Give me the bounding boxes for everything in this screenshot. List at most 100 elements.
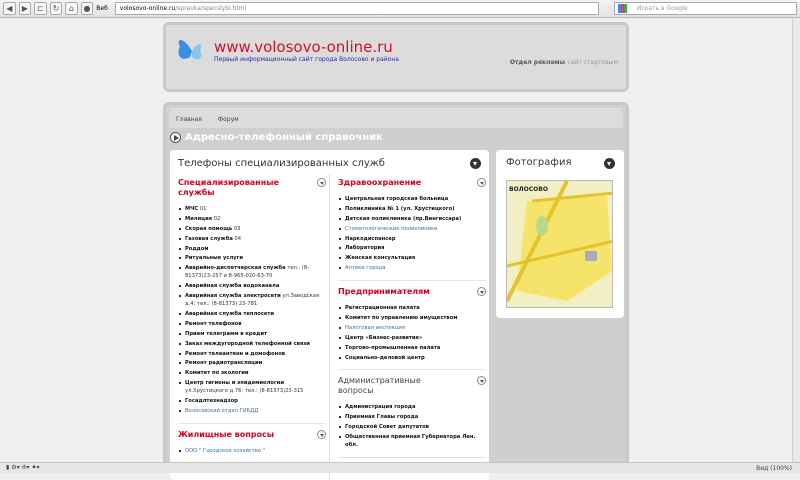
service-item[interactable]: Волосовский отдел ГИБДД — [178, 407, 326, 415]
service-list: ООО " Городское хозяйство " — [178, 447, 326, 455]
service-item[interactable]: Городской Совет депутатов — [338, 423, 486, 431]
service-item[interactable]: Прием телеграмм в кредит — [178, 330, 326, 338]
photo-card-title: Фотография — [506, 157, 572, 168]
service-item[interactable]: Комитет по управлению имуществом — [338, 314, 486, 322]
service-name: Госадлтехнадзор — [185, 398, 238, 405]
service-item[interactable]: Приемная Главы города — [338, 413, 486, 421]
service-name: Наркодиспансер — [345, 235, 396, 242]
service-name: Детская поликлиника (пр.Вингиссара) — [345, 215, 462, 222]
service-name: Комитет по управлению имуществом — [345, 315, 458, 322]
collapse-icon[interactable] — [604, 158, 615, 169]
service-name: Социально-деловой центр — [345, 354, 425, 361]
service-name: Стоматологические поликлиники — [345, 225, 438, 232]
service-item[interactable]: Аварийная служба электросети ул.Заводска… — [178, 292, 326, 308]
category-title: Предпринимателям — [338, 287, 430, 297]
site-name[interactable]: www.volosovo-online.ru — [214, 38, 393, 56]
service-item[interactable]: Скорая помощь 03 — [178, 225, 326, 233]
back-button[interactable]: ◀ — [3, 2, 16, 15]
service-list: МЧС 01 Милиция 02 Скорая помощь 03 Газовая … — [178, 205, 326, 415]
nav-forum[interactable]: Форум — [218, 116, 239, 123]
service-item[interactable]: Регистрационная палата — [338, 304, 486, 312]
section-title: Адресно-телефонный справочник — [170, 132, 383, 143]
service-item[interactable]: Женская консультация — [338, 254, 486, 262]
service-item[interactable]: Аварийно-диспетчерская служба тел.: (8-8… — [178, 264, 326, 280]
expand-icon[interactable] — [477, 287, 486, 297]
service-item[interactable]: Роддом — [178, 245, 326, 253]
vertical-scrollbar[interactable] — [792, 18, 800, 462]
service-item[interactable]: Администрация города — [338, 403, 486, 411]
service-name: Заказ междугородной телефонной связи — [185, 340, 310, 347]
service-item[interactable]: Поликлиника № 1 (ул. Хрустицкого) — [338, 205, 486, 213]
service-item[interactable]: Центр гигиены и эпидемиологии ул.Хрустиц… — [178, 379, 326, 395]
service-phone: 04 — [232, 235, 242, 242]
service-item[interactable]: Аварийная служба водоканала — [178, 282, 326, 290]
service-name: Аварийная служба водоканала — [185, 283, 280, 290]
service-list: Администрация города Приемная Главы город… — [338, 403, 486, 449]
service-name: Аптеки города — [345, 265, 386, 272]
service-name: Регистрационная палата — [345, 305, 420, 312]
service-item[interactable]: Ритуальные услуги — [178, 254, 326, 262]
service-item[interactable]: Комитет по экологии — [178, 369, 326, 377]
globe-icon: ● — [80, 2, 94, 15]
service-name: Центр «Бизнес-развитие» — [345, 334, 423, 341]
service-item[interactable]: Аптеки города — [338, 264, 486, 272]
service-phone: 01 — [198, 206, 207, 212]
service-name: Центральная городская больница — [345, 196, 449, 202]
service-item[interactable]: Лаборатория — [338, 244, 486, 252]
expand-icon[interactable] — [477, 178, 486, 187]
service-item[interactable]: МЧС 01 — [178, 205, 326, 213]
service-item[interactable]: Центральная городская больница — [338, 195, 486, 203]
expand-icon[interactable] — [317, 429, 326, 439]
service-item[interactable]: Газовая служба 04 — [178, 235, 326, 243]
bookmark-icon[interactable]: ⊏ — [34, 2, 47, 15]
service-name: Скорая помощь — [185, 225, 233, 232]
collapse-icon[interactable] — [470, 158, 481, 169]
service-list: Центральная городская больница Поликлиник… — [338, 195, 486, 272]
service-item[interactable]: Аварийная служба теплосети — [178, 310, 326, 318]
browser-toolbar: ◀ ▶ ⊏ ↻ ⌂ ● Веб volosovo-online.ru/sprav… — [0, 0, 800, 18]
service-item[interactable]: Торгово-промышленная палата — [338, 344, 486, 352]
expand-icon[interactable] — [317, 178, 326, 187]
top-nav: Главная Форум — [169, 108, 623, 128]
service-item[interactable]: Детская поликлиника (пр.Вингиссара) — [338, 215, 486, 223]
service-item[interactable]: ООО " Городское хозяйство " — [178, 447, 326, 455]
service-item[interactable]: Налоговая инспекция — [338, 324, 486, 332]
service-item[interactable]: Ремонт телефонов — [178, 320, 326, 328]
address-bar[interactable]: volosovo-online.ru/spravka/specslybi.htm… — [114, 2, 599, 15]
service-item[interactable]: Ремонт радиотрансляции — [178, 359, 326, 367]
city-map-image[interactable]: ВОЛОСОВО — [506, 180, 613, 308]
service-item[interactable]: Госадлтехнадзор — [178, 397, 326, 405]
zoom-level[interactable]: Вид (100%) — [756, 465, 792, 472]
service-name: Ритуальные услуги — [185, 255, 243, 262]
service-item[interactable]: Стоматологические поликлиники — [338, 225, 486, 233]
reload-button[interactable]: ↻ — [49, 2, 63, 15]
home-button[interactable]: ⌂ — [65, 2, 78, 15]
service-name: Ремонт телеантенн и домофонов — [185, 350, 286, 357]
expand-icon[interactable] — [477, 376, 486, 386]
category-block: Жилищные вопросы ООО " Городское хозяйств… — [178, 429, 326, 464]
service-name: Аварийно-диспетчерская служба — [185, 265, 286, 272]
make-homepage-link[interactable]: Сделать сайт стартовым — [539, 59, 618, 66]
status-icons[interactable]: ▮ ⚙▾ ✣▾ ⚫▾ — [6, 464, 40, 471]
nav-home[interactable]: Главная — [176, 116, 202, 123]
service-item[interactable]: Центр «Бизнес-развитие» — [338, 334, 486, 342]
service-name: Ремонт телефонов — [185, 320, 242, 327]
service-name: Администрация города — [345, 404, 416, 411]
service-item[interactable]: Ремонт телеантенн и домофонов — [178, 350, 326, 358]
service-item[interactable]: Наркодиспансер — [338, 235, 486, 243]
search-input[interactable]: Искать в Google — [613, 2, 798, 15]
forward-button[interactable]: ▶ — [18, 2, 32, 15]
service-item[interactable]: Заказ междугородной телефонной связи — [178, 340, 326, 348]
category-title: Жилищные вопросы — [178, 429, 274, 439]
map-label: ВОЛОСОВО — [509, 186, 548, 193]
service-name: ООО " Городское хозяйство " — [185, 447, 265, 454]
card-title: Телефоны специализированных служб — [178, 158, 385, 169]
service-item[interactable]: Милиция 02 — [178, 215, 326, 223]
category-title: Административные вопросы — [338, 376, 421, 396]
service-list: Регистрационная палата Комитет по управле… — [338, 304, 486, 361]
service-name: Центр гигиены и эпидемиологии — [185, 380, 284, 387]
service-item[interactable]: Общественная приемная Губернатора Лен. о… — [338, 433, 486, 449]
service-name: Налоговая инспекция — [345, 324, 405, 331]
service-name: Женская консультация — [345, 255, 416, 262]
service-item[interactable]: Социально-деловой центр — [338, 354, 486, 362]
